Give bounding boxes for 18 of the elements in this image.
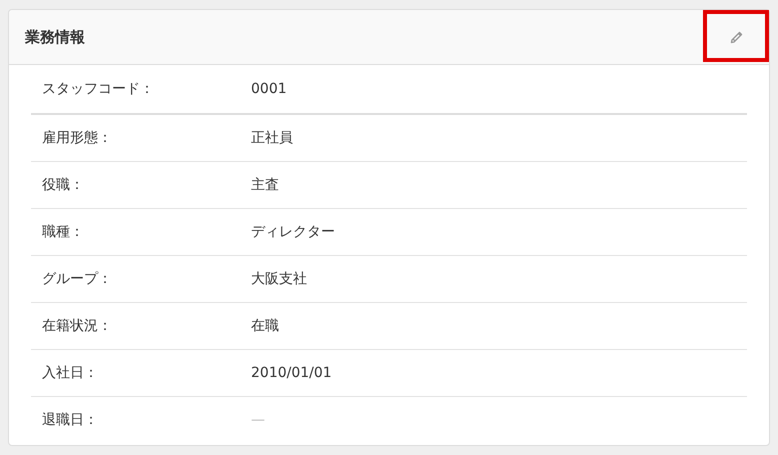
- field-value: 在職: [251, 317, 279, 335]
- field-label: 役職：: [42, 176, 85, 194]
- field-label: 入社日：: [42, 364, 99, 382]
- panel-title: 業務情報: [25, 28, 85, 46]
- field-label: グループ：: [42, 270, 113, 288]
- field-value: 大阪支社: [251, 270, 307, 288]
- field-label: 在籍状況：: [42, 317, 113, 335]
- field-value: 主査: [251, 176, 279, 194]
- field-value: 2010/01/01: [251, 365, 332, 381]
- field-label: 雇用形態：: [42, 129, 113, 147]
- field-label: スタッフコード：: [42, 80, 155, 98]
- field-value: ディレクター: [251, 223, 335, 241]
- field-value: —: [251, 412, 265, 428]
- pencil-icon: [729, 29, 745, 45]
- field-value: 正社員: [251, 129, 293, 147]
- field-label: 職種：: [42, 223, 85, 241]
- field-label: 退職日：: [42, 411, 99, 429]
- field-value: 0001: [251, 81, 287, 97]
